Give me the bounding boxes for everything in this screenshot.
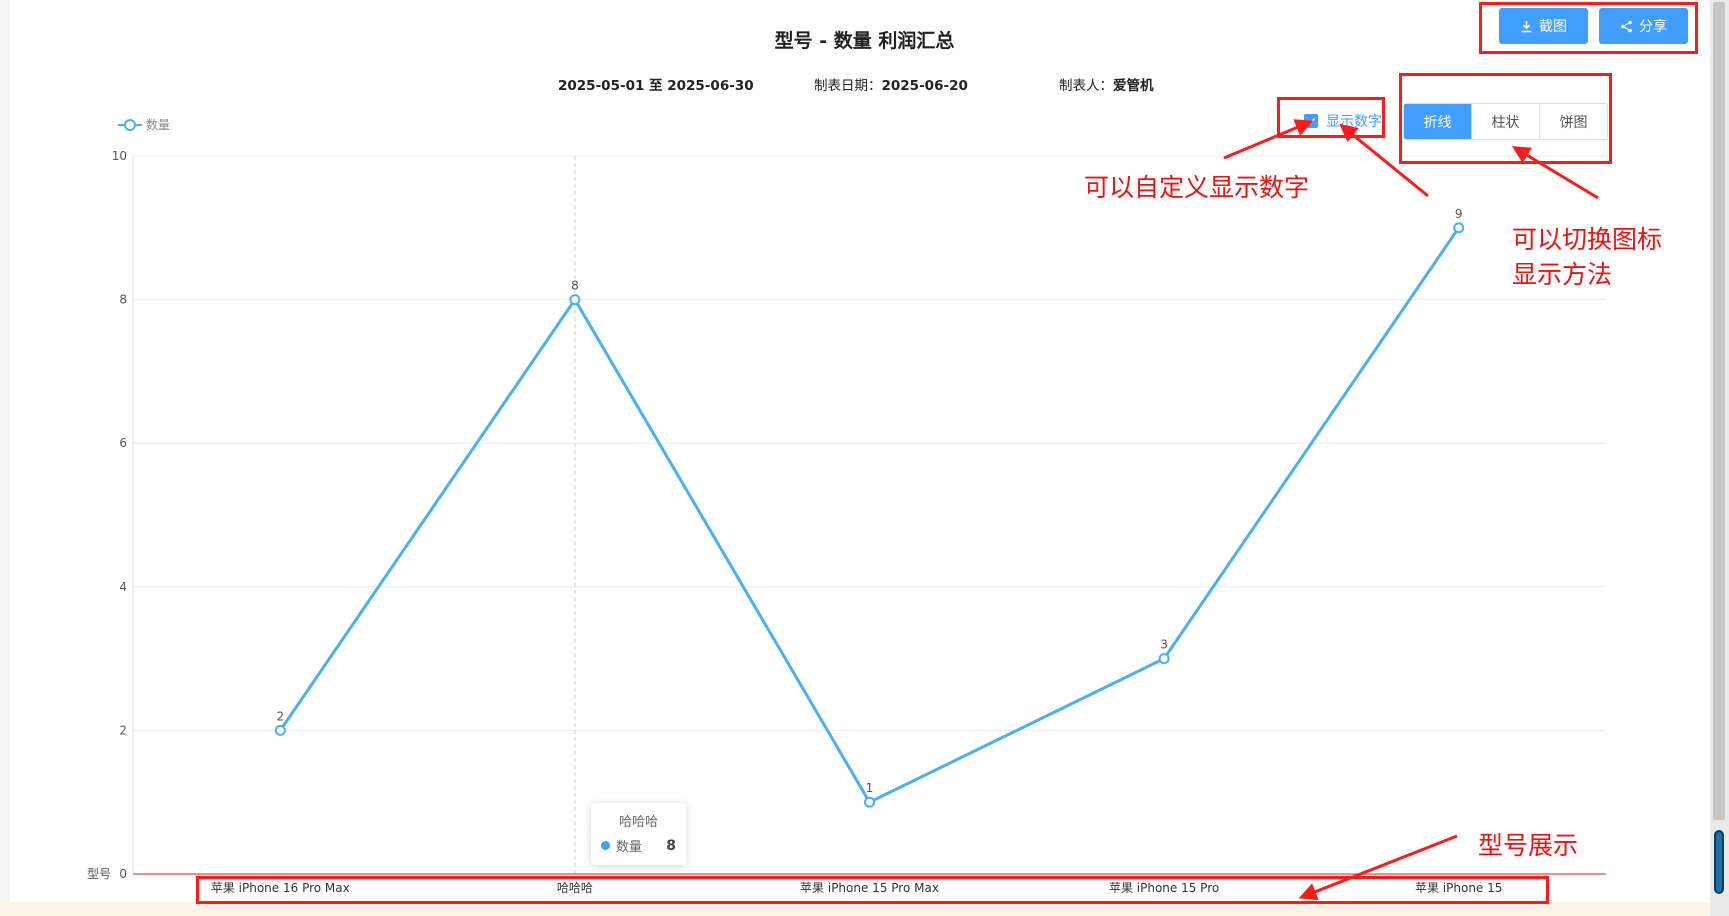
y-tick-label: 4 — [119, 580, 127, 594]
data-point — [1453, 222, 1465, 234]
data-point — [1158, 653, 1170, 665]
y-tick-label: 6 — [119, 436, 127, 450]
annotation-switch-chart-line2: 显示方法 — [1512, 260, 1613, 289]
y-tick-label: 8 — [119, 293, 127, 307]
chart-tooltip: 哈哈哈 数量 8 — [591, 803, 686, 865]
y-tick-label: 10 — [112, 149, 127, 163]
series-line-quantity — [279, 226, 1460, 804]
x-axis-name: 型号 — [87, 867, 111, 881]
data-label: 1 — [866, 781, 874, 795]
app-page: 型号 - 数量 利润汇总 2025-05-01 至 2025-06-30 制表日… — [0, 0, 1729, 916]
data-label: 2 — [276, 709, 284, 723]
data-label: 8 — [571, 279, 579, 293]
tooltip-series-dot — [601, 841, 610, 850]
annotation-box-chart-switch — [1399, 73, 1612, 164]
annotation-switch-chart-line1: 可以切换图标 — [1512, 225, 1663, 254]
annotation-box-models — [196, 876, 1549, 904]
annotation-box-show-numbers — [1277, 97, 1385, 138]
vertical-scrollbar[interactable] — [1710, 0, 1729, 916]
scrollbar-knob[interactable] — [1714, 830, 1724, 894]
data-label: 9 — [1455, 207, 1463, 221]
annotation-custom-numbers: 可以自定义显示数字 — [1084, 173, 1310, 202]
scrollbar-thumb[interactable] — [1713, 2, 1725, 820]
annotation-model-display: 型号展示 — [1478, 831, 1579, 860]
tooltip-value: 8 — [666, 837, 676, 854]
data-label: 3 — [1160, 638, 1168, 652]
data-point — [569, 294, 581, 306]
data-point — [274, 724, 286, 736]
data-point — [864, 796, 875, 808]
tooltip-series-name: 数量 — [616, 840, 643, 855]
tooltip-title: 哈哈哈 — [618, 815, 658, 830]
y-tick-label: 2 — [119, 723, 127, 737]
annotation-box-toolbar — [1479, 2, 1698, 54]
y-tick-label: 0 — [119, 867, 127, 881]
